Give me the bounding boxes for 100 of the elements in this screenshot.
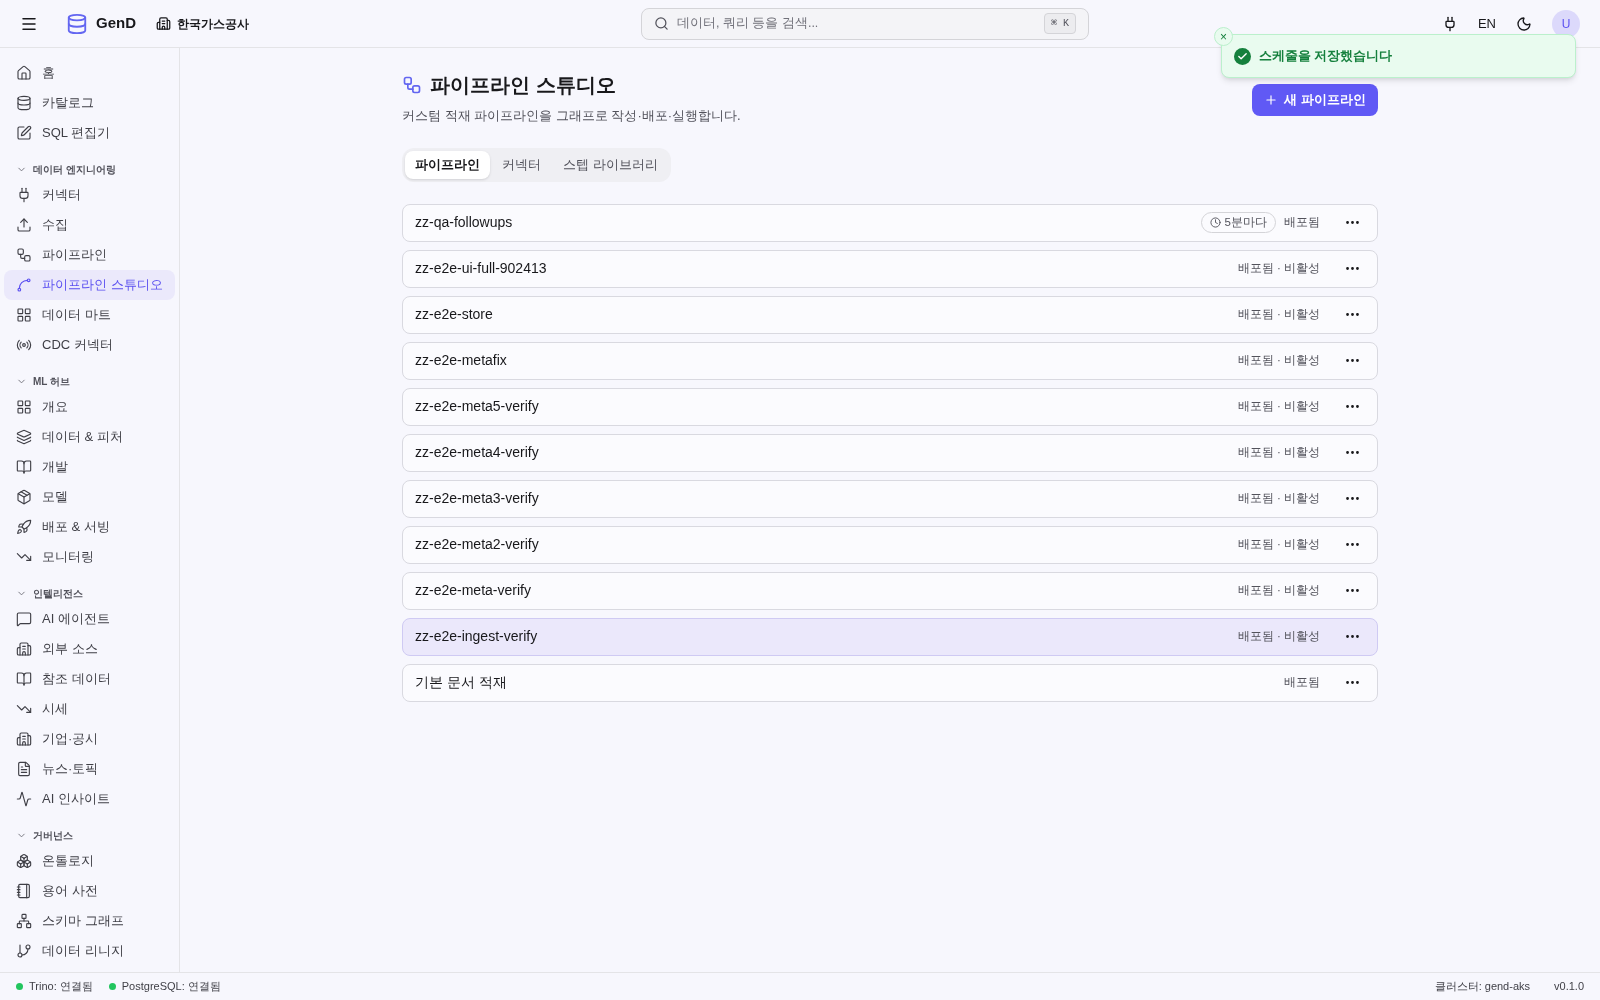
sidebar-item[interactable]: 모델 bbox=[4, 482, 175, 512]
sidebar-item[interactable]: 카탈로그 bbox=[4, 88, 175, 118]
pipeline-name: zz-e2e-meta2-verify bbox=[415, 535, 539, 554]
section-heading[interactable]: 거버넌스 bbox=[33, 827, 73, 843]
sidebar-item[interactable]: SQL 편집기 bbox=[4, 118, 175, 148]
building-icon bbox=[156, 16, 171, 31]
notebook-icon bbox=[16, 883, 32, 899]
pipeline-name: zz-e2e-meta4-verify bbox=[415, 443, 539, 462]
pipeline-row[interactable]: zz-e2e-ingest-verify 배포됨 · 비활성 bbox=[402, 617, 1378, 656]
moon-icon[interactable] bbox=[1516, 15, 1532, 32]
pipeline-row[interactable]: zz-e2e-metafix 배포됨 · 비활성 bbox=[402, 341, 1378, 380]
sidebar-item[interactable]: AI 인사이트 bbox=[4, 784, 175, 814]
grid-icon bbox=[16, 307, 32, 323]
connection-status: PostgreSQL: 연결됨 bbox=[121, 979, 221, 995]
layers-icon bbox=[16, 429, 32, 445]
pulse-icon bbox=[16, 791, 32, 807]
pipeline-row[interactable]: zz-e2e-meta2-verify 배포됨 · 비활성 bbox=[402, 525, 1378, 564]
connection-status: Trino: 연결됨 bbox=[29, 979, 93, 995]
workflow-icon bbox=[16, 247, 32, 263]
shortcut-key: ⌘ K bbox=[1044, 13, 1076, 34]
sidebar-item[interactable]: AI 에이전트 bbox=[4, 604, 175, 634]
database-icon bbox=[16, 95, 32, 111]
language-toggle[interactable]: EN bbox=[1477, 13, 1496, 34]
pipeline-row[interactable]: zz-e2e-store 배포됨 · 비활성 bbox=[402, 295, 1378, 334]
branch-icon bbox=[16, 943, 32, 959]
page-title: 파이프라인 스튜디오 bbox=[430, 73, 616, 98]
sidebar-item[interactable]: 파이프라인 bbox=[4, 240, 175, 270]
tab[interactable]: 커넥터 bbox=[492, 150, 551, 179]
book-icon bbox=[16, 459, 32, 475]
pipeline-status: 배포됨 · 비활성 bbox=[1237, 444, 1320, 460]
sidebar-item[interactable]: 커넥터 bbox=[4, 180, 175, 210]
sidebar-item[interactable]: 홈 bbox=[4, 58, 175, 88]
pipeline-row[interactable]: 기본 문서 적재 배포됨 bbox=[402, 663, 1378, 702]
pipeline-name: zz-e2e-ingest-verify bbox=[415, 627, 538, 646]
brand-name: GenD bbox=[96, 13, 136, 34]
pipeline-name: zz-e2e-ui-full-902413 bbox=[415, 259, 547, 278]
close-button[interactable]: × bbox=[1214, 27, 1233, 46]
pipeline-name: zz-e2e-metafix bbox=[415, 351, 507, 370]
pipeline-name: zz-e2e-store bbox=[415, 305, 493, 324]
version-label: v0.1.0 bbox=[1554, 979, 1584, 995]
home-icon bbox=[16, 65, 32, 81]
sidebar-item[interactable]: 모니터링 bbox=[4, 542, 175, 572]
grid-icon bbox=[16, 399, 32, 415]
sidebar-item[interactable]: 개발 bbox=[4, 452, 175, 482]
sidebar-item[interactable]: 데이터 & 피처 bbox=[4, 422, 175, 452]
edit-icon bbox=[16, 125, 32, 141]
pipeline-status: 배포됨 bbox=[1284, 674, 1320, 690]
clock-icon bbox=[1209, 217, 1221, 228]
plug-icon bbox=[16, 187, 32, 203]
chat-icon bbox=[16, 611, 32, 627]
pipeline-status: 배포됨 · 비활성 bbox=[1237, 260, 1320, 276]
pipeline-name: 기본 문서 적재 bbox=[415, 673, 507, 692]
section-heading[interactable]: 인텔리전스 bbox=[33, 585, 83, 601]
user-avatar[interactable]: U bbox=[1552, 9, 1580, 38]
sidebar-item[interactable]: 참조 데이터 bbox=[4, 664, 175, 694]
sidebar-item[interactable]: CDC 커넥터 bbox=[4, 330, 175, 360]
sidebar-item[interactable]: 시세 bbox=[4, 694, 175, 724]
sidebar-item[interactable]: 외부 소스 bbox=[4, 634, 175, 664]
sidebar-item[interactable]: 온톨로지 bbox=[4, 846, 175, 876]
pipeline-name: zz-e2e-meta5-verify bbox=[415, 397, 539, 416]
search-field[interactable]: 데이터, 쿼리 등을 검색... ⌘ K bbox=[641, 7, 1089, 40]
sidebar-item[interactable]: 개요 bbox=[4, 392, 175, 422]
sidebar-item[interactable]: 스키마 그래프 bbox=[4, 906, 175, 936]
sidebar-item[interactable]: 파이프라인 스튜디오 bbox=[4, 270, 175, 300]
pipeline-row[interactable]: zz-qa-followups 5분마다 배포됨 bbox=[402, 203, 1378, 242]
pipeline-status: 배포됨 · 비활성 bbox=[1237, 582, 1320, 598]
organization-name: 한국가스공사 bbox=[177, 15, 249, 33]
pipeline-name: zz-e2e-meta-verify bbox=[415, 581, 531, 600]
page-subtitle: 커스텀 적재 파이프라인을 그래프로 작성·배포·실행합니다. bbox=[402, 107, 741, 125]
pipeline-row[interactable]: zz-e2e-meta3-verify 배포됨 · 비활성 bbox=[402, 479, 1378, 518]
pipeline-status: 배포됨 · 비활성 bbox=[1237, 536, 1320, 552]
workflow-icon bbox=[402, 75, 422, 95]
search-input[interactable]: 데이터, 쿼리 등을 검색... bbox=[677, 14, 1036, 33]
spline-icon bbox=[16, 277, 32, 293]
pipeline-row[interactable]: zz-e2e-meta4-verify 배포됨 · 비활성 bbox=[402, 433, 1378, 472]
pipeline-name: zz-qa-followups bbox=[415, 213, 513, 232]
sidebar-item[interactable]: 기업·공시 bbox=[4, 724, 175, 754]
section-heading[interactable]: 데이터 엔지니어링 bbox=[33, 161, 116, 177]
box-icon bbox=[16, 489, 32, 505]
pipeline-row[interactable]: zz-e2e-ui-full-902413 배포됨 · 비활성 bbox=[402, 249, 1378, 288]
pipeline-row[interactable]: zz-e2e-meta5-verify 배포됨 · 비활성 bbox=[402, 387, 1378, 426]
tab[interactable]: 스텝 라이브러리 bbox=[553, 150, 668, 179]
new-pipeline-button[interactable]: 새 파이프라인 bbox=[1252, 84, 1378, 116]
pipeline-status: 배포됨 · 비활성 bbox=[1237, 306, 1320, 322]
tab[interactable]: 파이프라인 bbox=[405, 150, 490, 179]
upload-icon bbox=[16, 217, 32, 233]
pipeline-status: 배포됨 · 비활성 bbox=[1237, 628, 1320, 644]
sidebar-item[interactable]: 수집 bbox=[4, 210, 175, 240]
sidebar-item[interactable]: 데이터 리니지 bbox=[4, 936, 175, 966]
sidebar-item[interactable]: 용어 사전 bbox=[4, 876, 175, 906]
plus-icon bbox=[1264, 93, 1279, 107]
rocket-icon bbox=[16, 519, 32, 535]
sidebar-item[interactable]: 뉴스·토픽 bbox=[4, 754, 175, 784]
search-icon bbox=[654, 16, 669, 31]
building-icon bbox=[16, 641, 32, 657]
pipeline-row[interactable]: zz-e2e-meta-verify 배포됨 · 비활성 bbox=[402, 571, 1378, 610]
sidebar-item[interactable]: 배포 & 서빙 bbox=[4, 512, 175, 542]
document-icon bbox=[16, 761, 32, 777]
section-heading[interactable]: ML 허브 bbox=[33, 373, 71, 389]
sidebar-item[interactable]: 데이터 마트 bbox=[4, 300, 175, 330]
